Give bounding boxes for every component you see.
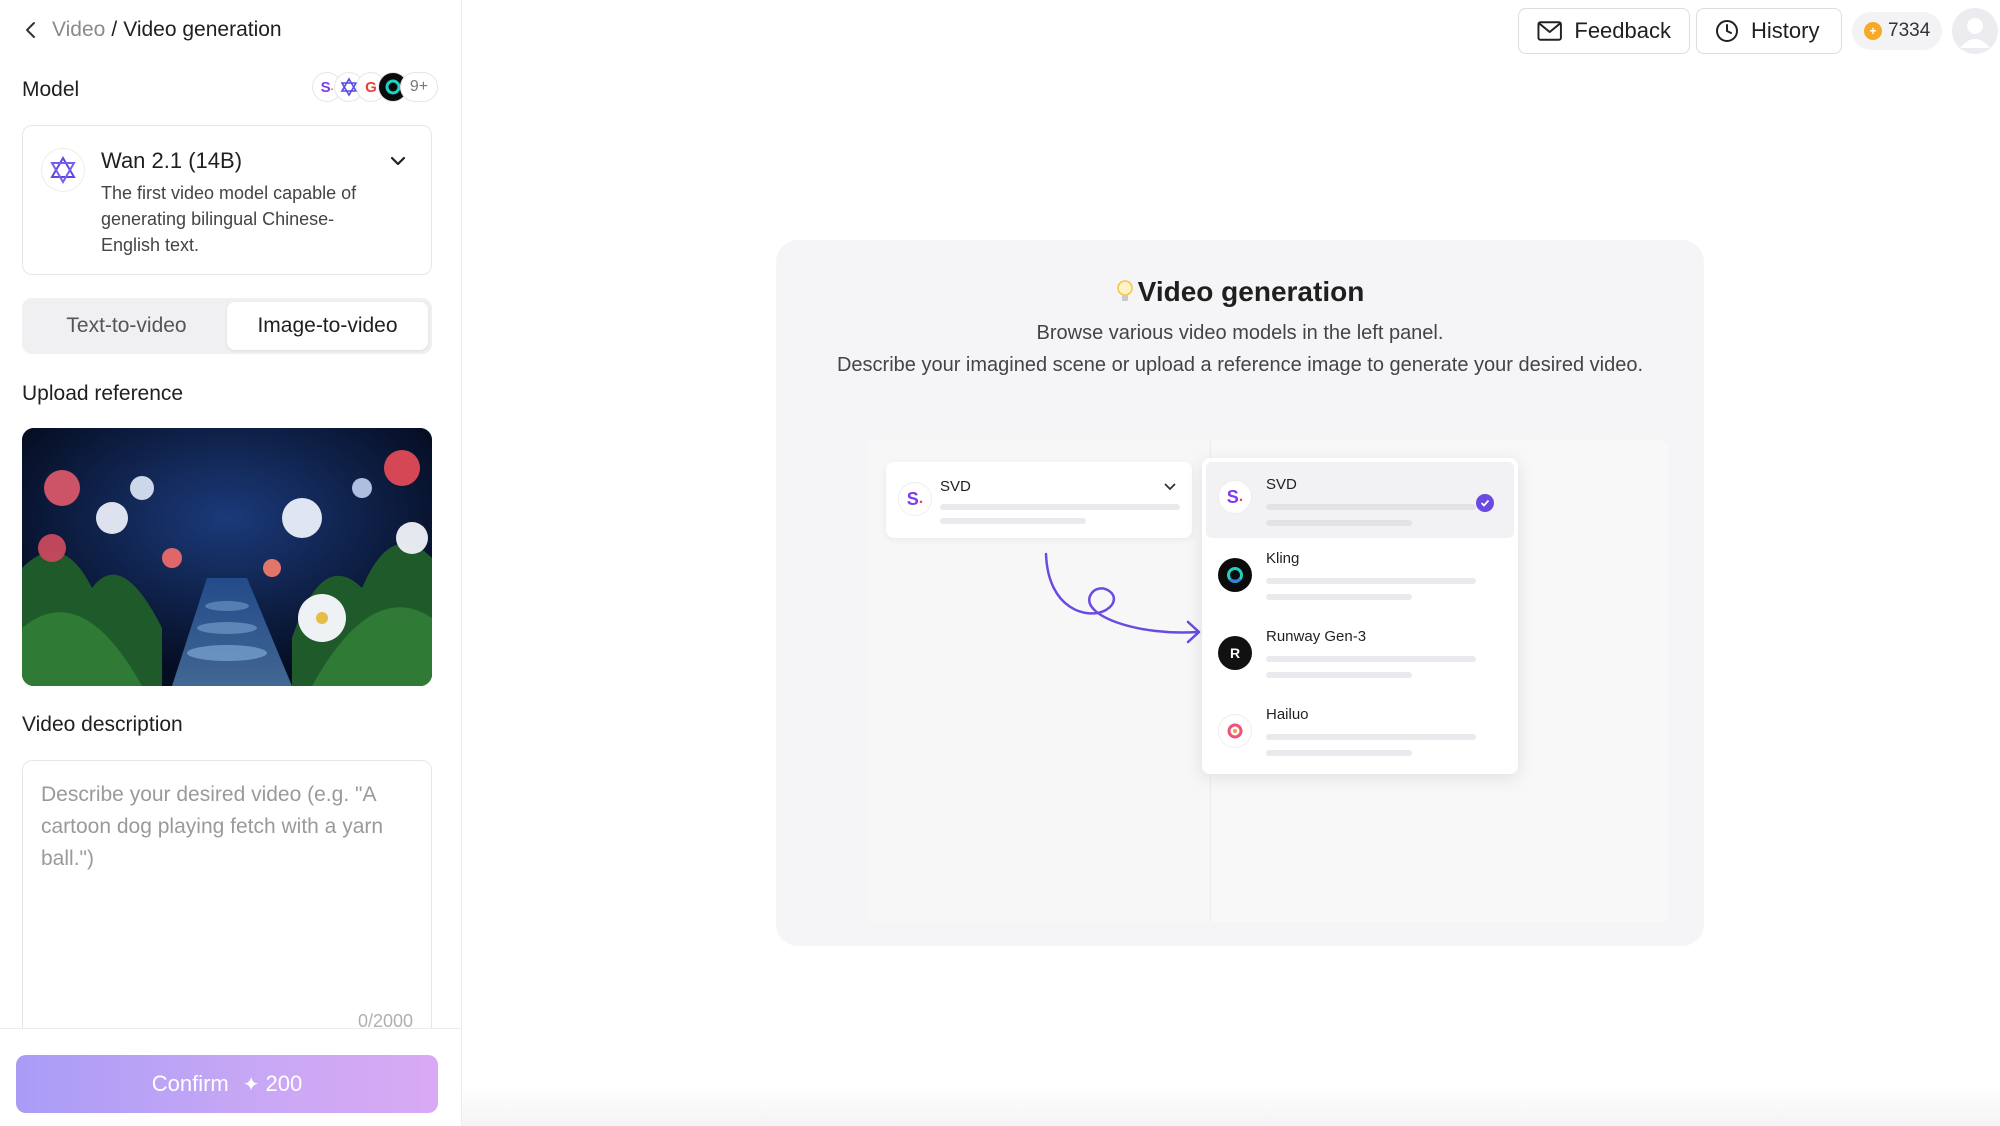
breadcrumb-video-link[interactable]: Video — [52, 18, 105, 42]
model-select-card[interactable]: Wan 2.1 (14B) The first video model capa… — [22, 125, 432, 275]
credits-badge[interactable]: + 7334 — [1852, 12, 1943, 50]
option-label: Hailuo — [1266, 706, 1309, 723]
tab-text-to-video[interactable]: Text-to-video — [26, 302, 227, 350]
model-section-label: Model — [22, 78, 80, 101]
chevron-down-icon[interactable] — [387, 150, 409, 172]
left-panel: Video / Video generation Model S. G 9+ W… — [0, 0, 462, 1126]
mail-icon — [1537, 21, 1562, 41]
dropdown-option-kling: Kling — [1206, 540, 1514, 616]
placeholder-bar — [940, 518, 1086, 524]
placeholder-bar — [1266, 504, 1476, 510]
svd-logo-icon: S. — [898, 482, 932, 516]
check-icon — [1476, 494, 1494, 512]
bottom-action-bar: Confirm ✦ 200 — [0, 1028, 461, 1126]
history-button[interactable]: History — [1696, 8, 1842, 54]
placeholder-bar — [1266, 520, 1412, 526]
feedback-label: Feedback — [1574, 18, 1671, 43]
guide-title: Video generation — [776, 276, 1704, 308]
dropdown-option-hailuo: Hailuo — [1206, 696, 1514, 772]
confirm-cost-value: 200 — [265, 1071, 303, 1096]
svd-logo-icon: S. — [1218, 480, 1252, 514]
option-label: SVD — [1266, 476, 1297, 493]
coin-icon: + — [1864, 22, 1882, 40]
guide-line-1: Browse various video models in the left … — [1036, 322, 1444, 344]
placeholder-bar — [940, 504, 1180, 510]
breadcrumb-current: Video generation — [123, 18, 282, 41]
guide-line-2: Describe your imagined scene or upload a… — [836, 354, 1644, 376]
reference-image[interactable] — [22, 428, 432, 686]
clock-icon — [1716, 20, 1738, 42]
app-root: Video / Video generation Model S. G 9+ W… — [0, 0, 2000, 1126]
model-icon-stack[interactable]: S. G 9+ — [312, 72, 438, 102]
history-label: History — [1751, 18, 1820, 43]
guide-card: Video generation Browse various video mo… — [776, 240, 1704, 946]
chevron-down-icon — [1164, 483, 1176, 491]
video-description-label: Video description — [22, 713, 183, 736]
guide-title-text: Video generation — [1137, 276, 1365, 307]
option-label: Kling — [1266, 550, 1300, 567]
sparkle-icon: ✦ — [242, 1073, 260, 1096]
user-icon — [1960, 18, 1990, 48]
lightbulb-icon — [1116, 278, 1134, 306]
video-description-box: 0/2000 — [22, 760, 432, 1060]
placeholder-bar — [1266, 656, 1476, 662]
back-chevron-icon[interactable] — [20, 19, 42, 41]
dropdown-option-runway: R Runway Gen-3 — [1206, 618, 1514, 694]
select-value: SVD — [940, 478, 971, 495]
runway-logo-icon: R — [1218, 636, 1252, 670]
placeholder-bar — [1266, 750, 1412, 756]
model-description: The first video model capable of generat… — [101, 183, 357, 255]
illustration: S. SVD S. SVD Kling R Runway Gen-3 Hailu… — [868, 440, 1668, 922]
feedback-button[interactable]: Feedback — [1518, 8, 1690, 54]
avatar[interactable] — [1952, 8, 1998, 54]
confirm-label: Confirm — [151, 1071, 229, 1096]
wan-model-logo-icon — [41, 148, 85, 192]
curved-arrow-icon — [1044, 552, 1201, 644]
more-models-badge: 9+ — [400, 72, 438, 102]
breadcrumb: Video / Video generation — [20, 18, 282, 42]
placeholder-bar — [1266, 594, 1412, 600]
model-name: Wan 2.1 (14B) — [101, 148, 243, 173]
tab-image-to-video[interactable]: Image-to-video — [227, 302, 428, 350]
breadcrumb-separator: / — [111, 18, 118, 41]
confirm-cost: ✦ 200 — [243, 1071, 302, 1097]
placeholder-bar — [1266, 578, 1476, 584]
confirm-button[interactable]: Confirm ✦ 200 — [16, 1055, 438, 1113]
video-description-input[interactable] — [23, 761, 431, 1011]
mode-toggle: Text-to-video Image-to-video — [22, 298, 432, 354]
illustration-dropdown: S. SVD Kling R Runway Gen-3 Hailuo — [1202, 458, 1518, 774]
illustration-select-box: S. SVD — [886, 462, 1192, 538]
kling-logo-icon — [1218, 558, 1252, 592]
placeholder-bar — [1266, 672, 1412, 678]
placeholder-bar — [1266, 734, 1476, 740]
hailuo-logo-icon — [1218, 714, 1252, 748]
bottom-fade — [462, 1086, 2000, 1126]
option-label: Runway Gen-3 — [1266, 628, 1367, 645]
upload-reference-label: Upload reference — [22, 382, 184, 405]
credits-value: 7334 — [1888, 20, 1931, 41]
dropdown-option-svd: S. SVD — [1206, 462, 1514, 538]
